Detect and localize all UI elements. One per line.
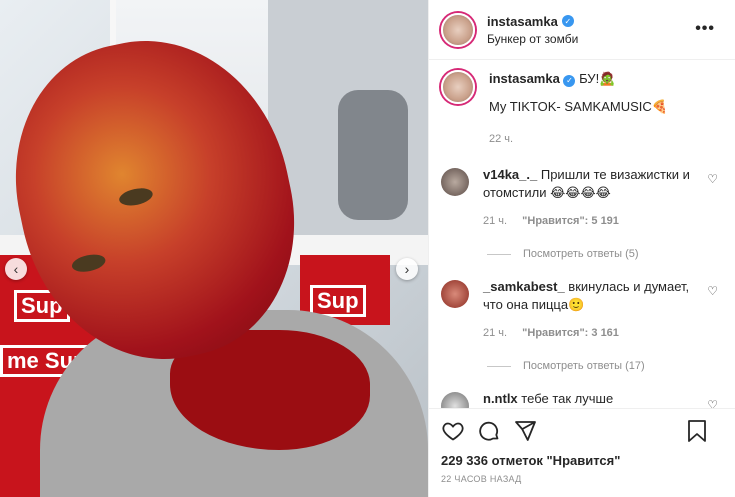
comments-list[interactable]: instasamka ✓ БУ!🧟 My TIKTOK- SAMKAMUSIC🍕… xyxy=(429,60,735,408)
comment-text: тебе так лучше xyxy=(521,391,614,406)
heart-icon[interactable]: ♡ xyxy=(707,284,718,298)
post-actions: 229 336 отметок "Нравится" 22 ЧАСОВ НАЗА… xyxy=(429,408,735,497)
comment-time: 21 ч. xyxy=(483,327,508,339)
comment-likes[interactable]: "Нравится": 3 161 xyxy=(522,327,619,339)
avatar[interactable] xyxy=(441,12,475,47)
post-header: instasamka ✓ Бункер от зомби ••• xyxy=(429,0,735,60)
author-username[interactable]: instasamka xyxy=(487,14,558,29)
heart-icon[interactable]: ♡ xyxy=(707,172,718,186)
comment-username[interactable]: v14ka_._ xyxy=(483,167,537,182)
comment-likes[interactable]: "Нравится": 5 191 xyxy=(522,215,619,227)
avatar[interactable] xyxy=(441,168,469,196)
brand-text: Sup xyxy=(310,285,366,317)
caption-username[interactable]: instasamka xyxy=(489,71,560,86)
comment-time: 21 ч. xyxy=(483,215,508,227)
verified-icon: ✓ xyxy=(561,15,574,27)
comment-item: v14ka_._ Пришли те визажистки и отомстил… xyxy=(441,166,724,230)
post-side-panel: instasamka ✓ Бункер от зомби ••• instasa… xyxy=(428,0,735,497)
likes-count[interactable]: 229 336 отметок "Нравится" xyxy=(441,453,724,468)
chevron-right-icon[interactable]: › xyxy=(396,258,418,280)
bookmark-icon[interactable] xyxy=(686,419,708,443)
comment-username[interactable]: _samkabest_ xyxy=(483,279,565,294)
instagram-post: Sup me Sup Sup ‹ › instasamka ✓ Бункер о… xyxy=(0,0,735,497)
caption-text: БУ!🧟 xyxy=(579,71,616,86)
avatar[interactable] xyxy=(441,280,469,308)
view-replies-button[interactable]: Посмотреть ответы (17) xyxy=(487,360,724,372)
view-replies-button[interactable]: Посмотреть ответы (5) xyxy=(487,248,724,260)
verified-icon: ✓ xyxy=(563,75,576,87)
comment-item: n.ntlx тебе так лучше ♡ xyxy=(441,390,724,408)
caption: instasamka ✓ БУ!🧟 My TIKTOK- SAMKAMUSIC🍕… xyxy=(441,66,724,148)
more-icon[interactable]: ••• xyxy=(695,20,715,38)
post-location[interactable]: Бункер от зомби xyxy=(487,32,578,46)
heart-icon[interactable] xyxy=(441,419,465,443)
caption-line: My TIKTOK- SAMKAMUSIC🍕 xyxy=(489,99,668,114)
heart-icon[interactable]: ♡ xyxy=(707,398,718,408)
share-icon[interactable] xyxy=(513,419,537,443)
post-photo[interactable]: Sup me Sup Sup ‹ › xyxy=(0,0,428,497)
post-timestamp[interactable]: 22 ЧАСОВ НАЗАД xyxy=(441,474,724,484)
avatar[interactable] xyxy=(441,392,469,408)
comment-icon[interactable] xyxy=(477,419,501,443)
comment-item: _samkabest_ вкинулась и думает, что она … xyxy=(441,278,724,342)
chevron-left-icon[interactable]: ‹ xyxy=(5,258,27,280)
caption-time: 22 ч. xyxy=(489,133,514,145)
comment-username[interactable]: n.ntlx xyxy=(483,391,518,406)
avatar[interactable] xyxy=(441,70,475,104)
